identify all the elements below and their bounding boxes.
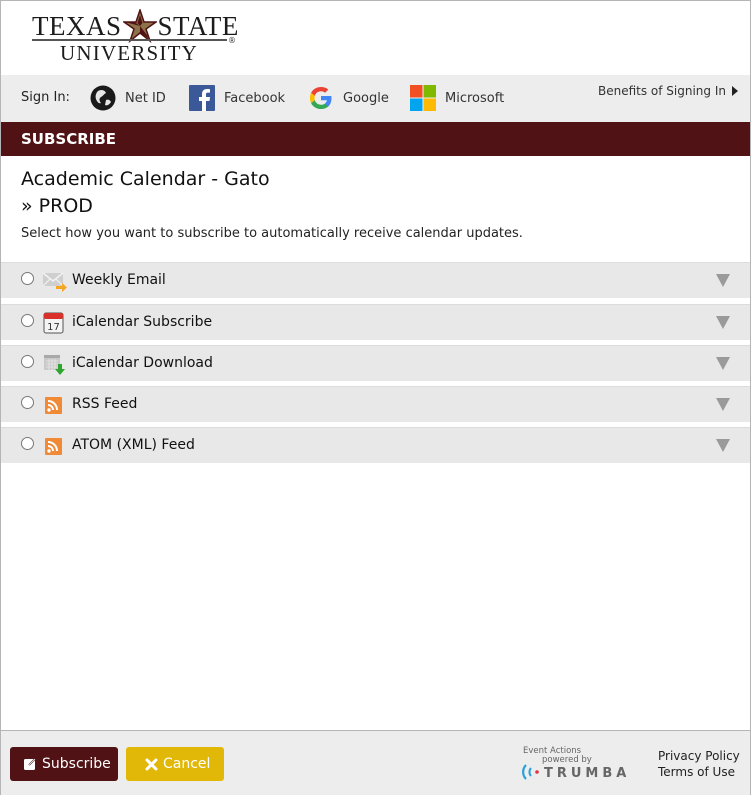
- banner-title: SUBSCRIBE: [21, 130, 117, 148]
- radio-rss-feed[interactable]: [21, 396, 34, 409]
- option-atom-feed[interactable]: ATOM (XML) Feed: [1, 427, 750, 463]
- sign-in-google-label: Google: [343, 90, 389, 106]
- option-icalendar-download[interactable]: iCalendar Download: [1, 345, 750, 381]
- sign-in-netid[interactable]: Net ID: [90, 84, 166, 112]
- microsoft-icon: [410, 85, 436, 111]
- expand-caret-icon[interactable]: [716, 439, 730, 452]
- trumba-wordmark: TRUMBA: [544, 766, 631, 781]
- radio-icalendar-download[interactable]: [21, 355, 34, 368]
- sign-in-bar: Sign In: Net ID Facebook Google Microsof…: [1, 75, 750, 122]
- email-forward-icon: [42, 272, 67, 292]
- expand-caret-icon[interactable]: [716, 357, 730, 370]
- sign-in-google[interactable]: Google: [308, 84, 389, 112]
- trumba-line2: powered by: [542, 755, 592, 765]
- option-label: iCalendar Subscribe: [72, 314, 213, 330]
- option-icalendar-subscribe[interactable]: 17 iCalendar Subscribe: [1, 304, 750, 340]
- calendar-icon: 17: [43, 312, 64, 334]
- logo-text-texas: TEXAS: [32, 10, 122, 41]
- external-link-icon: [24, 757, 37, 770]
- option-label: ATOM (XML) Feed: [72, 437, 195, 453]
- option-label: iCalendar Download: [72, 355, 213, 371]
- expand-caret-icon[interactable]: [716, 398, 730, 411]
- subscribe-window: TEXAS STATE UNIVERSITY ® Sign In: Net ID: [0, 0, 751, 795]
- star-icon: [122, 9, 157, 43]
- svg-text:17: 17: [47, 322, 60, 333]
- radio-icalendar-subscribe[interactable]: [21, 314, 34, 327]
- logo-wordmark-top: TEXAS STATE: [32, 9, 239, 43]
- logo-text-state: STATE: [157, 10, 239, 41]
- calendar-subtitle: » PROD: [21, 195, 93, 217]
- university-logo: TEXAS STATE UNIVERSITY ®: [1, 1, 750, 75]
- footer-bar: Subscribe Cancel Event Actions powered b…: [1, 730, 750, 795]
- expand-caret-icon[interactable]: [716, 274, 730, 287]
- broadcast-icon: [522, 764, 539, 780]
- facebook-icon: [189, 85, 215, 111]
- privacy-policy-link[interactable]: Privacy Policy: [658, 748, 740, 764]
- sign-in-facebook-label: Facebook: [224, 90, 286, 106]
- sign-in-microsoft[interactable]: Microsoft: [410, 84, 504, 112]
- cancel-button[interactable]: Cancel: [126, 747, 224, 781]
- sign-in-facebook[interactable]: Facebook: [189, 84, 285, 112]
- sign-in-label: Sign In:: [21, 90, 70, 105]
- expand-caret-icon[interactable]: [716, 316, 730, 329]
- radio-atom-feed[interactable]: [21, 437, 34, 450]
- terms-of-use-link[interactable]: Terms of Use: [658, 764, 740, 780]
- instructions-text: Select how you want to subscribe to auto…: [21, 226, 523, 241]
- subscribe-button[interactable]: Subscribe: [10, 747, 118, 781]
- cancel-button-label: Cancel: [163, 756, 211, 772]
- calendar-download-icon: [44, 355, 65, 375]
- benefits-of-signing-in-link[interactable]: Benefits of Signing In: [598, 84, 738, 98]
- sign-in-microsoft-label: Microsoft: [445, 90, 505, 106]
- option-label: Weekly Email: [72, 272, 166, 288]
- benefits-label: Benefits of Signing In: [597, 84, 726, 98]
- option-weekly-email[interactable]: Weekly Email: [1, 262, 750, 298]
- option-label: RSS Feed: [72, 396, 138, 412]
- registered-mark: ®: [228, 36, 236, 45]
- calendar-title: Academic Calendar - Gato: [21, 168, 270, 190]
- footer-links: Privacy Policy Terms of Use: [658, 748, 740, 780]
- caret-right-icon: [732, 86, 738, 96]
- google-icon: [309, 87, 332, 109]
- rss-icon: [45, 397, 62, 414]
- subscribe-button-label: Subscribe: [42, 756, 111, 772]
- radio-weekly-email[interactable]: [21, 272, 34, 285]
- trumba-logo[interactable]: Event Actions powered by TRUMBA: [521, 746, 631, 786]
- option-rss-feed[interactable]: RSS Feed: [1, 386, 750, 422]
- rss-icon: [45, 438, 62, 455]
- close-icon: [145, 758, 158, 770]
- subscribe-banner: SUBSCRIBE: [1, 122, 750, 156]
- logo-text-university: UNIVERSITY: [60, 41, 198, 65]
- globe-icon: [90, 85, 116, 111]
- sign-in-netid-label: Net ID: [125, 90, 166, 106]
